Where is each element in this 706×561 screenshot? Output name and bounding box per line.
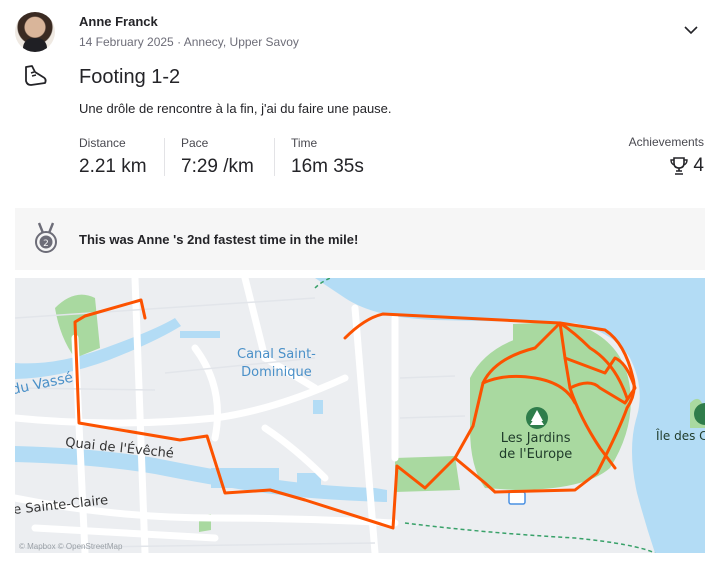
trophy-icon — [670, 157, 689, 175]
map-label-canal: Canal Saint- Dominique — [237, 347, 316, 380]
medal-icon: 2 — [35, 222, 57, 253]
stat-value: 7:29 /km — [181, 156, 254, 177]
map-label-jardins: Les Jardins de l'Europe — [499, 431, 573, 462]
svg-text:2: 2 — [43, 239, 49, 249]
running-shoe-icon — [25, 65, 47, 86]
stat-value: 2.21 km — [79, 156, 147, 177]
chevron-down-icon[interactable] — [683, 22, 699, 38]
achievements-label: Achievements — [628, 135, 704, 149]
activity-title[interactable]: Footing 1-2 — [79, 66, 180, 89]
stat-value: 16m 35s — [291, 156, 364, 177]
map-canvas — [15, 278, 705, 553]
stat-distance: Distance 2.21 km — [79, 136, 147, 178]
avatar[interactable] — [15, 12, 55, 52]
activity-header: Anne Franck 14 February 2025 · Annecy, U… — [15, 12, 705, 52]
activity-date-location: 14 February 2025 · Annecy, Upper Savoy — [79, 35, 299, 49]
achievements[interactable]: Achievements 4 — [629, 135, 704, 177]
route-map[interactable]: Canal Saint- Dominique du Vassé Quai de … — [15, 278, 705, 553]
stat-time: Time 16m 35s — [291, 136, 364, 178]
achievements-count: 4 — [693, 155, 704, 176]
map-credit: © Mapbox © OpenStreetMap — [19, 542, 123, 551]
stat-label: Pace — [181, 136, 209, 150]
map-label-ile: Île des C — [656, 429, 705, 443]
stat-label: Distance — [79, 136, 126, 150]
stat-pace: Pace 7:29 /km — [181, 136, 254, 178]
stat-divider — [164, 138, 165, 176]
stat-label: Time — [291, 136, 318, 150]
activity-description: Une drôle de rencontre à la fin, j'ai du… — [79, 101, 392, 116]
athlete-name[interactable]: Anne Franck — [79, 14, 158, 29]
best-effort-text: This was Anne 's 2nd fastest time in the… — [79, 232, 359, 247]
best-effort-banner[interactable]: 2 This was Anne 's 2nd fastest time in t… — [15, 208, 705, 270]
stat-divider — [274, 138, 275, 176]
